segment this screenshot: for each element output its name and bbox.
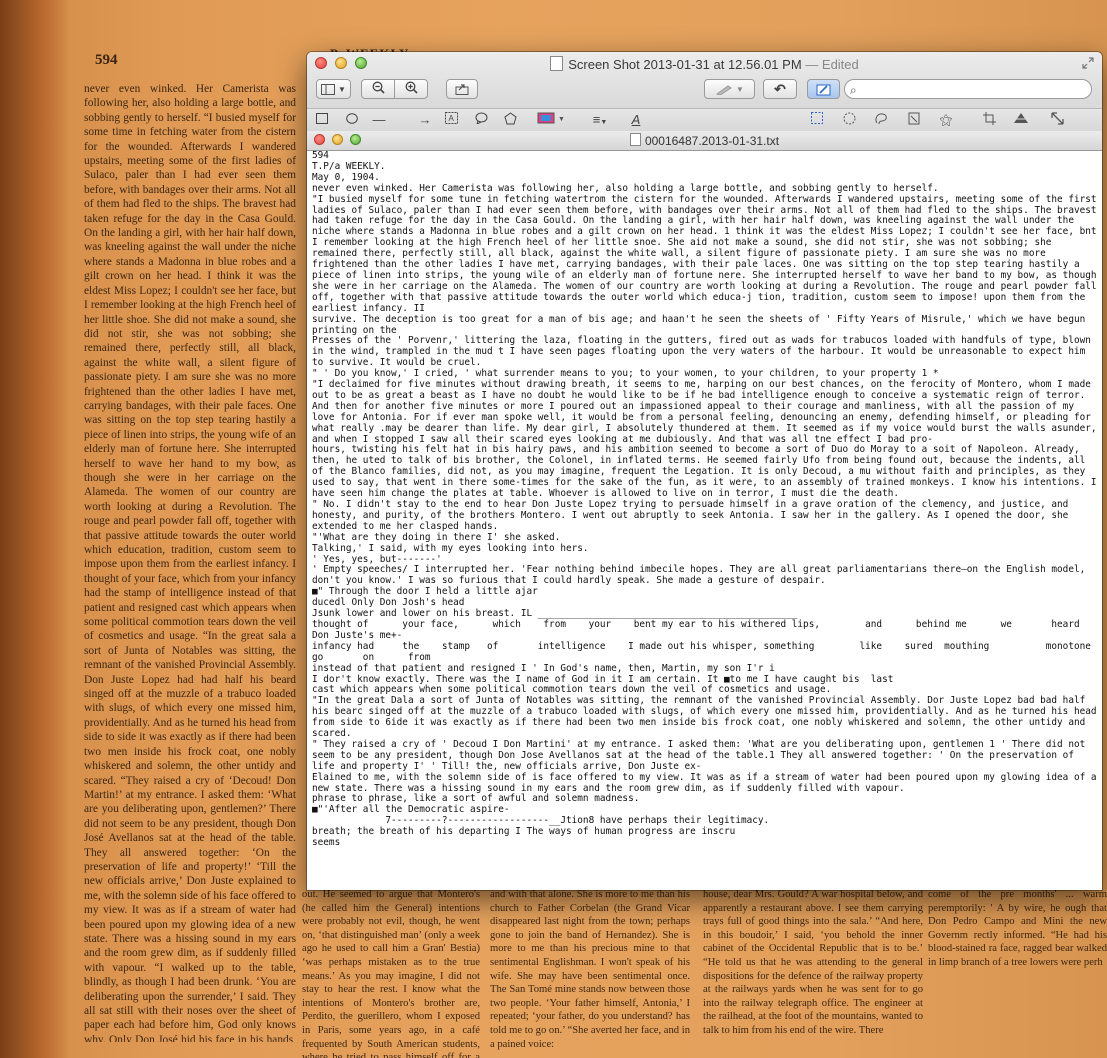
markup-pen-button[interactable]: ▼ (704, 79, 755, 99)
zoom-out-button[interactable] (362, 81, 394, 97)
star-tool-icon[interactable] (503, 112, 517, 128)
document-line: seems (312, 837, 341, 849)
line-tool-icon[interactable]: — (372, 112, 386, 128)
window-title: Screen Shot 2013-01-31 at 12.56.01 PM — … (307, 56, 1102, 72)
adjust-color-icon[interactable] (1012, 112, 1030, 128)
svg-text:▼: ▼ (558, 116, 565, 123)
document-line: " No. I didn't stay to the end to hear D… (312, 499, 1074, 532)
text-box-tool-icon[interactable]: A (444, 112, 458, 128)
crop-icon[interactable] (982, 112, 996, 128)
book-left-column: never even winked. Her Camerista was fol… (84, 83, 296, 1042)
textedit-title-text: 00016487.2013-01-31.txt (644, 134, 780, 148)
book-page-number: 594 (95, 52, 118, 68)
lasso-selection-icon[interactable] (874, 112, 888, 128)
document-line: survive. The deception is too great for … (312, 313, 1091, 336)
document-line: Presses of the ' Porvenr,' littering the… (312, 335, 1097, 369)
rectangle-tool-icon[interactable] (315, 112, 329, 128)
edited-indicator: — Edited (805, 57, 859, 72)
document-line: never even winked. Her Camerista was fol… (312, 182, 939, 194)
book-bottom-column-1: out. He seemed to argue that Montero's (… (302, 889, 480, 1058)
search-field[interactable]: ⌕ (844, 79, 1092, 99)
document-line: "'What are they doing in there I' she as… (312, 531, 561, 543)
markup-toolbar-toggle[interactable] (807, 79, 840, 99)
oval-tool-icon[interactable] (345, 112, 359, 128)
share-icon (455, 84, 469, 95)
fullscreen-icon[interactable] (1082, 57, 1094, 69)
document-line: instead of that patient and resigned I '… (312, 662, 775, 674)
chevron-down-icon: ▼ (338, 84, 346, 94)
zoom-in-icon (405, 81, 418, 94)
search-input[interactable] (865, 82, 1089, 98)
document-text: 594 T.P/a WEEKLY. May 0, 1904. never even w… (312, 151, 1100, 849)
share-button[interactable] (446, 79, 478, 99)
rotate-button[interactable]: ↶ (763, 79, 797, 99)
search-icon: ⌕ (850, 83, 857, 97)
document-line: " They raised a cry of ' Decoud I Don Ma… (312, 738, 1091, 772)
chevron-down-icon: ▼ (736, 84, 744, 94)
svg-text:A: A (448, 114, 454, 123)
sidebar-icon (321, 83, 336, 95)
document-line: infancy had the stamp of intelligence I … (312, 640, 1091, 663)
color-picker-icon[interactable]: ▼ (535, 112, 569, 128)
markup-toolbar: — → A ▼ ≡▼ A ⚝ (307, 108, 1102, 132)
document-line: "I busied myself for some tune in fetchi… (312, 193, 1102, 314)
document-line: hours, twisting his felt hat in bis hair… (312, 444, 1102, 500)
document-line: breath; the breath of his departing I Th… (312, 826, 736, 838)
stroke-width-icon[interactable]: ≡▼ (585, 112, 615, 128)
book-bottom-column-4: come of the pre months' ... warm perempt… (928, 889, 1107, 968)
adjust-size-icon[interactable] (1050, 112, 1064, 128)
document-icon (550, 56, 564, 71)
pen-icon (715, 84, 732, 95)
document-text-area[interactable]: 594 T.P/a WEEKLY. May 0, 1904. never even w… (307, 151, 1102, 890)
document-line: ' Empty speeches/ I interrupted her. 'Fe… (312, 564, 1091, 587)
preview-window: Screen Shot 2013-01-31 at 12.56.01 PM — … (307, 52, 1102, 890)
book-bottom-column-3: house, dear Mrs. Gould? A war hospital b… (703, 889, 923, 1036)
view-menu-button[interactable]: ▼ (316, 79, 351, 99)
book-bottom-column-2: and with that alone. She is more to me t… (490, 889, 690, 1050)
textedit-title: 00016487.2013-01-31.txt (307, 133, 1102, 148)
zoom-out-icon (372, 81, 385, 94)
book-spine (0, 0, 70, 1058)
zoom-segmented-control (361, 79, 428, 99)
arrow-tool-icon[interactable]: → (416, 112, 434, 128)
toolbox-icon (816, 84, 830, 95)
document-line: "In the great Dala a sort of Junta of No… (312, 695, 1102, 740)
text-document-icon (629, 133, 641, 146)
font-tool-icon[interactable]: A (629, 112, 643, 128)
window-title-text: Screen Shot 2013-01-31 at 12.56.01 PM (568, 57, 802, 72)
document-line: "I declaimed for five minutes without dr… (312, 379, 1102, 445)
elliptical-selection-icon[interactable] (842, 112, 856, 128)
zoom-in-button[interactable] (395, 81, 427, 97)
document-line: 594 (312, 151, 329, 161)
document-line: Talking,' I said, with my eyes looking i… (312, 542, 589, 554)
rotate-icon: ↶ (774, 80, 786, 97)
textedit-titlebar[interactable]: 00016487.2013-01-31.txt (307, 131, 1102, 151)
document-line: T.P/a WEEKLY. (312, 160, 386, 172)
document-line: thought of your face, which from your be… (312, 618, 1091, 641)
document-line: Elained to me, with the solemn side of i… (312, 771, 1102, 794)
speech-bubble-tool-icon[interactable] (474, 112, 488, 128)
rect-selection-icon[interactable] (810, 112, 824, 128)
smart-lasso-icon[interactable] (907, 112, 921, 128)
instant-alpha-icon[interactable]: ⚝ (939, 112, 953, 128)
